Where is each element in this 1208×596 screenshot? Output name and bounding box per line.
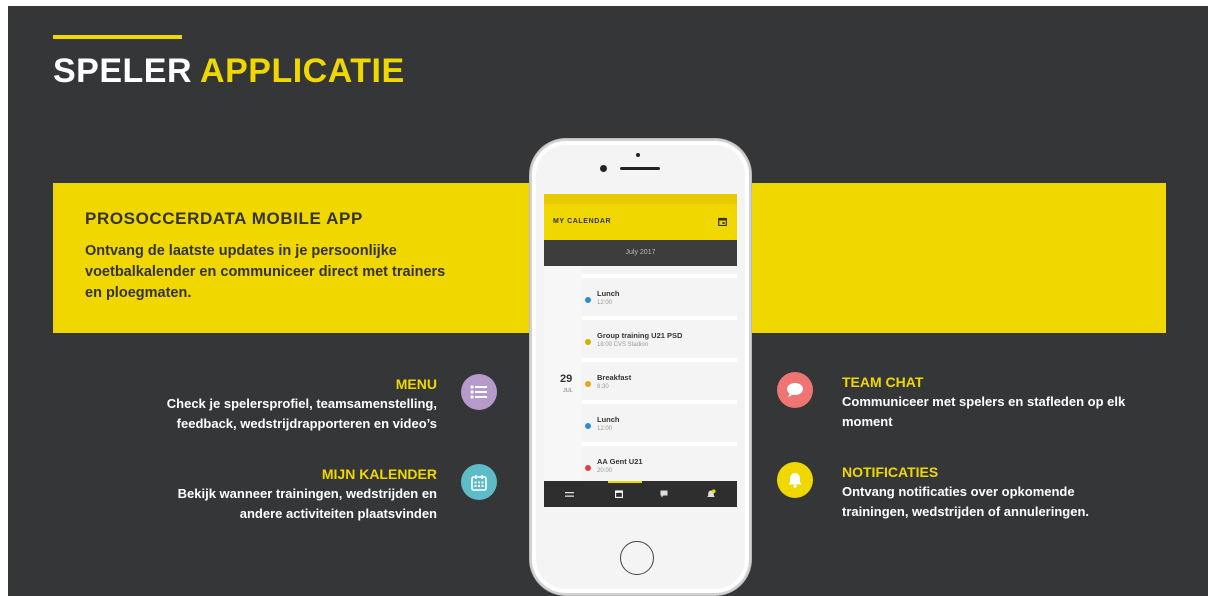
day-number: 29	[560, 373, 573, 385]
event-title: Lunch	[597, 415, 620, 424]
notificaties-feature-title: NOTIFICATIES	[842, 464, 939, 480]
event-title: Group training U21 PSD	[597, 331, 683, 340]
event-color-dot	[585, 297, 591, 303]
app-bar: MY CALENDAR	[544, 204, 737, 240]
page-title: SPELER APPLICATIE	[53, 52, 405, 91]
title-part-white: SPELER	[53, 52, 193, 90]
phone-sensor	[636, 153, 640, 157]
event-time: 18:00 CVS Stadion	[597, 342, 649, 348]
kalender-feature-title: MIJN KALENDER	[321, 466, 437, 482]
calendar-icon	[615, 490, 623, 498]
chat-feature-line1: Communiceer met spelers en stafleden op …	[842, 394, 1126, 409]
event-time: 8:30	[597, 384, 609, 390]
chat-bubble-icon	[660, 490, 668, 498]
calendar-icon	[471, 474, 487, 491]
event-time: 12:00	[597, 300, 613, 306]
kalender-feature-text: Bekijk wanneer trainingen, wedstrijden e…	[97, 484, 437, 524]
nav-calendar-button[interactable]	[614, 489, 624, 499]
banner-text: Ontvang de laatste updates in je persoon…	[85, 243, 446, 301]
event-color-dot	[585, 465, 591, 471]
calendar-event[interactable]: Breakfast 8:30	[582, 362, 737, 404]
event-color-dot	[585, 339, 591, 345]
event-title: Lunch	[597, 289, 620, 298]
title-part-yellow: APPLICATIE	[200, 52, 405, 90]
bell-icon	[707, 489, 716, 497]
calendar-event[interactable]: Group training U21 PSD 18:00 CVS Stadion	[582, 320, 737, 362]
notificaties-feature-line2: trainingen, wedstrijden of annuleringen.	[842, 504, 1090, 519]
menu-feature-line1: Check je spelersprofiel, teamsamenstelli…	[166, 396, 437, 411]
event-color-dot	[585, 381, 591, 387]
chat-feature-title: TEAM CHAT	[842, 374, 924, 390]
kalender-feature-icon	[461, 464, 497, 500]
app-bar-title: MY CALENDAR	[553, 218, 612, 225]
bell-icon	[788, 473, 802, 488]
event-time: 12:00	[597, 426, 613, 432]
menu-feature-text: Check je spelersprofiel, teamsamenstelli…	[97, 394, 437, 434]
status-bar	[544, 194, 737, 204]
slide: SPELER APPLICATIE PROSOCCERDATA MOBILE AP…	[8, 6, 1208, 596]
month-header: July 2017	[544, 240, 737, 266]
day-column: 29 JUL	[544, 266, 582, 507]
event-title: AA Gent U21	[597, 457, 643, 466]
home-button[interactable]	[620, 541, 654, 575]
calendar-icon[interactable]	[718, 217, 727, 226]
kalender-feature-line1: Bekijk wanneer trainingen, wedstrijden e…	[177, 486, 437, 501]
nav-chat-button[interactable]	[659, 489, 669, 499]
notificaties-feature-icon	[777, 462, 813, 498]
event-partial	[582, 266, 737, 278]
calendar-event[interactable]: Lunch 12:00	[582, 404, 737, 446]
menu-feature-icon	[461, 374, 497, 410]
bottom-nav	[544, 481, 737, 507]
phone-camera	[600, 165, 607, 172]
notificaties-feature-line1: Ontvang notificaties over opkomende	[842, 484, 1075, 499]
chat-feature-icon	[777, 372, 813, 408]
menu-feature-line2: feedback, wedstrijdrapporteren en video’…	[176, 416, 437, 431]
title-accent-line	[53, 35, 182, 39]
phone-mockup: MY CALENDAR July 2017 29 JUL Lunch 12:00	[530, 139, 751, 595]
chat-bubble-icon	[787, 383, 803, 397]
day-month: JUL	[563, 388, 573, 394]
kalender-feature-line2: andere activiteiten plaatsvinden	[239, 506, 437, 521]
notificaties-feature-text: Ontvang notificaties over opkomende trai…	[842, 482, 1182, 522]
chat-feature-text: Communiceer met spelers en stafleden op …	[842, 392, 1182, 432]
banner-title: PROSOCCERDATA MOBILE APP	[85, 209, 363, 228]
chat-feature-line2: moment	[842, 414, 893, 429]
event-color-dot	[585, 423, 591, 429]
event-title: Breakfast	[597, 373, 632, 382]
nav-notifications-button[interactable]	[706, 489, 716, 499]
phone-screen: MY CALENDAR July 2017 29 JUL Lunch 12:00	[544, 194, 737, 507]
calendar-event[interactable]: Lunch 12:00	[582, 278, 737, 320]
menu-feature-title: MENU	[395, 376, 437, 392]
list-icon	[470, 385, 487, 399]
event-time: 20:00	[597, 468, 613, 474]
phone-speaker	[620, 167, 660, 170]
nav-menu-button[interactable]	[564, 489, 574, 499]
nav-active-indicator	[608, 481, 642, 483]
menu-icon	[564, 491, 574, 497]
